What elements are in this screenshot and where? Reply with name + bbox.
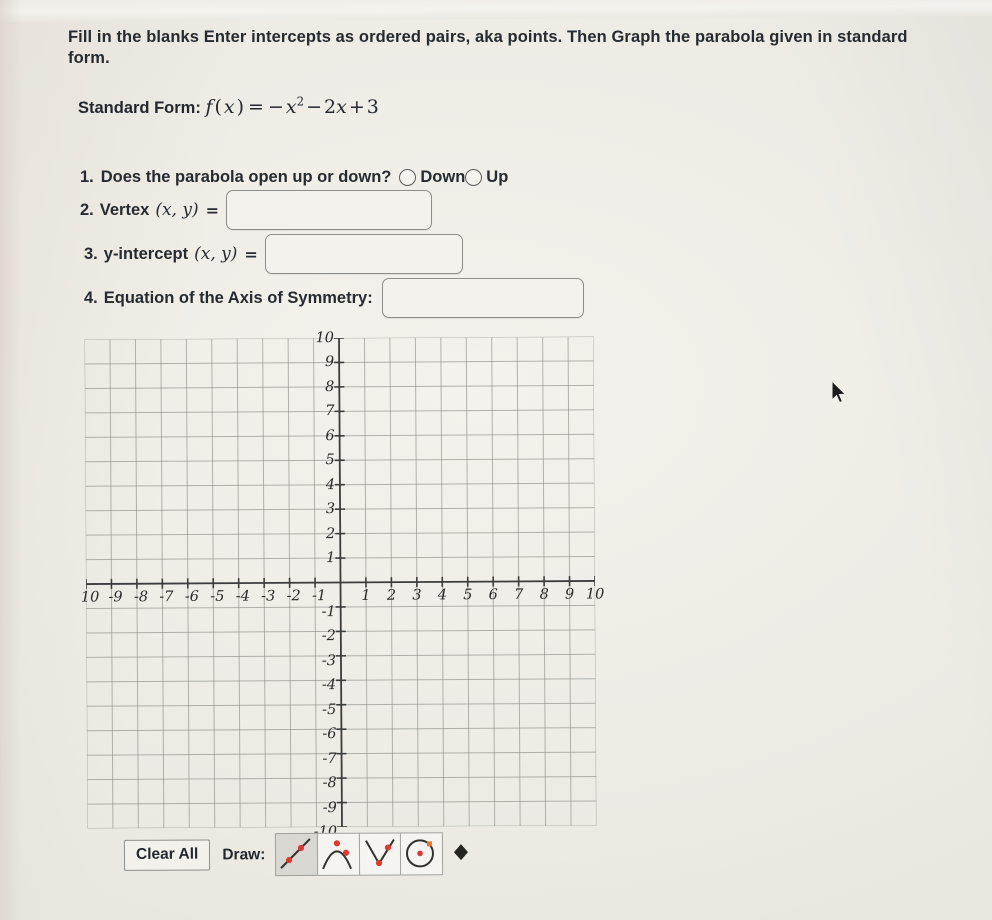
term1-sign: − — [267, 96, 284, 118]
standard-form-label: Standard Form: — [78, 99, 201, 117]
x-tick-label: -1 — [312, 587, 327, 604]
y-tick-label: -3 — [321, 652, 337, 669]
term3-constant: 3 — [366, 96, 379, 118]
radio-up-icon[interactable] — [465, 169, 483, 186]
y-tick-label: -8 — [322, 775, 337, 792]
x-tick-label: 3 — [412, 587, 422, 604]
x-tick-label: 1 — [361, 587, 371, 604]
question-2-number: 2. — [80, 200, 94, 219]
x-tick-label: -2 — [286, 587, 301, 604]
mouse-cursor-icon — [831, 380, 847, 404]
term1-exponent: 2 — [296, 94, 305, 109]
y-tick-label: 8 — [325, 378, 335, 395]
absolute-value-tool-button[interactable] — [358, 832, 402, 876]
x-tick-label: 6 — [488, 586, 498, 603]
x-tick-label: -5 — [210, 588, 225, 605]
x-tick-label: 10 — [585, 585, 605, 603]
y-tick-label: 6 — [325, 427, 335, 444]
y-tick-label: -1 — [321, 603, 336, 621]
draw-toolbar: Clear All Draw: — [123, 832, 483, 877]
term3-sign: + — [348, 96, 365, 118]
y-tick-label: 2 — [325, 525, 336, 542]
term2-sign: − — [306, 96, 323, 118]
page-title: Fill in the blanks Enter intercepts as o… — [68, 28, 908, 68]
draw-label: Draw: — [222, 845, 266, 863]
x-tick-label: 5 — [463, 586, 473, 603]
y-tick-label: 9 — [324, 354, 335, 371]
term2-coefficient: 2 — [324, 96, 337, 118]
x-tick-label: 8 — [539, 586, 549, 603]
y-tick-label: 10 — [315, 330, 335, 347]
y-tick-label: -9 — [322, 799, 337, 816]
y-tick-label: -2 — [321, 628, 336, 645]
tool-group — [274, 832, 483, 877]
radio-down-label: Down — [420, 168, 466, 186]
vertex-input[interactable] — [225, 190, 432, 230]
coordinate-grid[interactable]: 10 -9 -8 -7 -6 -5 -4 -3 -2 -1 1 2 3 4 5 6 7 8 9 10 10 9 8 7 6 5 4 3… — [81, 330, 605, 840]
y-tick-label: -7 — [322, 750, 337, 767]
radio-down-icon[interactable] — [399, 169, 417, 186]
x-tick-label: -6 — [184, 588, 199, 605]
question-1: 1. Does the parabola open up or down? Do… — [80, 168, 508, 187]
term1-variable: x — [285, 96, 297, 118]
x-tick-label: 9 — [564, 586, 575, 603]
y-tick-label: -4 — [321, 677, 337, 694]
y-tick-label: 7 — [325, 403, 335, 420]
x-tick-label: -4 — [235, 588, 250, 605]
standard-form-line: Standard Form: f(x) = − x2−2x +3 — [78, 96, 379, 118]
point-tool-button[interactable] — [442, 832, 483, 873]
question-2-label: Vertex — [99, 200, 150, 219]
axis-of-symmetry-input[interactable] — [381, 278, 584, 318]
y-tick-label: 4 — [325, 476, 335, 493]
question-2: 2. Vertex (x, y) = — [80, 190, 432, 230]
function-variable: x — [223, 96, 235, 118]
question-3-number: 3. — [84, 244, 98, 263]
question-4-label: Equation of the Axis of Symmetry: — [103, 288, 373, 307]
question-3-pair: (x, y) — [194, 244, 238, 264]
line-tool-button[interactable] — [274, 832, 319, 877]
x-tick-label: 4 — [437, 586, 448, 603]
question-3-label: y-intercept — [103, 244, 189, 263]
question-3: 3. y-intercept (x, y) = — [84, 234, 463, 274]
question-1-text: Does the parabola open up or down? — [100, 168, 392, 186]
x-tick-label: -8 — [133, 588, 149, 605]
x-tick-label: -3 — [261, 587, 276, 604]
radio-option-up[interactable]: Up — [465, 168, 508, 187]
question-2-equals: = — [205, 200, 219, 220]
grid-lines — [84, 336, 597, 829]
x-tick-label: 10 — [80, 588, 100, 606]
term2-variable: x — [336, 96, 347, 118]
radio-up-label: Up — [486, 168, 509, 186]
question-1-number: 1. — [80, 168, 94, 186]
y-tick-label: -5 — [322, 701, 337, 718]
y-tick-label: -6 — [322, 726, 337, 743]
radio-option-down[interactable]: Down — [399, 168, 465, 187]
question-4-number: 4. — [84, 288, 98, 307]
parabola-tool-button[interactable] — [316, 832, 360, 876]
circle-tool-button[interactable] — [400, 832, 444, 876]
clear-all-button[interactable]: Clear All — [123, 839, 211, 871]
question-3-equals: = — [244, 244, 258, 264]
x-tick-label: -7 — [159, 588, 174, 605]
question-4: 4. Equation of the Axis of Symmetry: — [84, 278, 584, 318]
y-intercept-input[interactable] — [264, 234, 463, 274]
x-tick-label: 2 — [386, 587, 397, 604]
standard-form-equation: f(x) = − x2−2x +3 — [205, 94, 379, 118]
x-tick-label: 7 — [514, 586, 524, 603]
y-tick-label: 3 — [325, 501, 336, 518]
y-tick-label: 1 — [326, 550, 336, 567]
x-tick-label: -9 — [108, 588, 123, 605]
question-2-pair: (x, y) — [155, 200, 199, 220]
y-tick-label: 5 — [325, 452, 335, 469]
equals-sign: = — [248, 96, 264, 118]
